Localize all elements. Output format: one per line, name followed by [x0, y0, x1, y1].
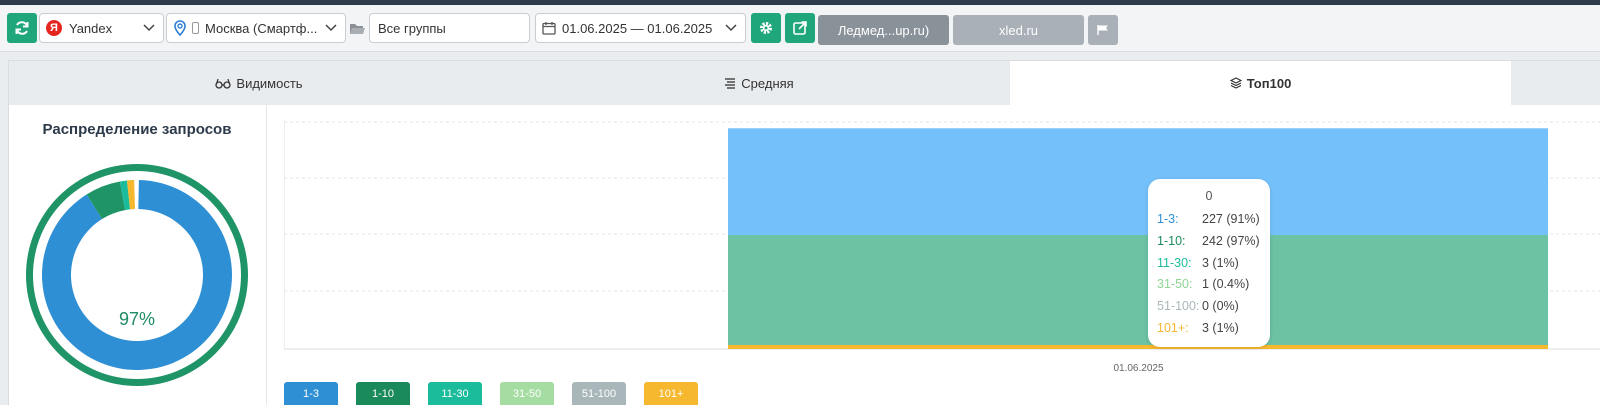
tooltip-row-value: 227 (91%): [1202, 212, 1260, 226]
date-range-picker[interactable]: 01.06.2025 — 01.06.2025: [535, 13, 746, 43]
tooltip-row-value: 0 (0%): [1202, 299, 1239, 314]
x-tick-label: 01.06.2025: [1113, 363, 1164, 374]
location-pin-icon: [174, 20, 186, 36]
export-button[interactable]: [785, 13, 815, 43]
glasses-icon: [215, 78, 232, 89]
area-1-10: [728, 235, 1548, 345]
tooltip-row-key: 31-50:: [1157, 277, 1193, 292]
legend-button-51-100[interactable]: 51-100: [572, 382, 626, 405]
flag-button[interactable]: [1088, 15, 1118, 45]
tooltip-row: 1-10: 242 (97%): [1157, 234, 1272, 252]
tooltip-row: 31-50: 1 (0.4%): [1157, 277, 1272, 295]
refresh-icon: [15, 21, 29, 35]
chevron-down-icon: [325, 24, 337, 32]
area-1-3: [728, 128, 1548, 235]
tooltip-row: 11-30: 3 (1%): [1157, 256, 1272, 274]
tooltip-row-key: 1-3:: [1157, 212, 1179, 226]
tab-top100[interactable]: Топ100: [1010, 61, 1511, 105]
project-tab-2[interactable]: xled.ru: [953, 15, 1084, 45]
chevron-down-icon: [143, 24, 155, 32]
region-select[interactable]: Москва (Смартф...: [166, 13, 346, 43]
layers-icon: [1229, 77, 1242, 89]
project-tab-1[interactable]: Ледмед...up.ru): [818, 15, 949, 45]
search-engine-select[interactable]: Я Yandex: [39, 13, 164, 43]
tooltip-row-value: 3 (1%): [1202, 255, 1239, 270]
tooltip-row-key: 101+:: [1157, 321, 1189, 335]
distribution-panel: Распределение запросов 97%: [9, 105, 267, 405]
gear-icon: [760, 22, 772, 34]
legend-button-11-30[interactable]: 11-30: [428, 382, 482, 405]
settings-button[interactable]: [751, 13, 781, 43]
chevron-down-icon: [725, 24, 737, 32]
group-label: Все группы: [378, 20, 446, 36]
area-101plus: [728, 345, 1548, 349]
refresh-button[interactable]: [7, 13, 37, 43]
tooltip-row: 101+: 3 (1%): [1157, 321, 1272, 339]
distribution-donut: [26, 164, 248, 386]
tab-average-label: Средняя: [741, 75, 794, 91]
tooltip-row-value: 1 (0.4%): [1202, 277, 1250, 292]
top100-chart: [284, 121, 1600, 350]
tab-top100-label: Топ100: [1246, 75, 1292, 91]
tooltip-row-value: 3 (1%): [1202, 321, 1239, 335]
tab-average[interactable]: Средняя: [509, 61, 1009, 105]
tooltip-row-key: 11-30:: [1157, 255, 1192, 270]
tooltip-row-value: 242 (97%): [1202, 233, 1260, 248]
folder-icon: [350, 24, 365, 34]
export-icon: [793, 21, 807, 35]
group-select[interactable]: Все группы: [369, 13, 530, 43]
legend-button-31-50[interactable]: 31-50: [500, 382, 554, 405]
date-range-label: 01.06.2025 — 01.06.2025: [562, 20, 713, 36]
tab-visibility[interactable]: Видимость: [9, 61, 509, 105]
toolbar: Я Yandex Москва (Смартф... Все группы 01…: [0, 5, 1600, 52]
main-panel: Видимость Средняя Топ100 Распределение з…: [8, 60, 1600, 405]
chart-tooltip: 0 1-3: 227 (91%) 1-10: 242 (97%) 11-30: 3 (1%…: [1148, 179, 1270, 347]
region-label: Москва (Смартф...: [205, 20, 318, 36]
tooltip-row-key: 51-100:: [1157, 299, 1200, 314]
tooltip-title: 0: [1205, 189, 1213, 203]
donut-center-label: 97%: [118, 309, 156, 329]
smartphone-icon: [192, 22, 199, 34]
tooltip-row: 1-3: 227 (91%): [1157, 212, 1272, 230]
tabs-bar: Видимость Средняя Топ100: [9, 61, 1600, 105]
calendar-icon: [542, 22, 556, 35]
list-icon: [725, 78, 736, 89]
legend-button-1-3[interactable]: 1-3: [284, 382, 338, 405]
legend-button-1-10[interactable]: 1-10: [356, 382, 410, 405]
tooltip-row: 51-100: 0 (0%): [1157, 299, 1272, 317]
tooltip-row-key: 1-10:: [1157, 233, 1186, 248]
search-engine-label: Yandex: [69, 20, 113, 36]
legend-button-101plus[interactable]: 101+: [644, 382, 698, 405]
yandex-icon: Я: [46, 20, 62, 36]
tab-visibility-label: Видимость: [236, 75, 303, 91]
flag-icon: [1097, 25, 1108, 35]
